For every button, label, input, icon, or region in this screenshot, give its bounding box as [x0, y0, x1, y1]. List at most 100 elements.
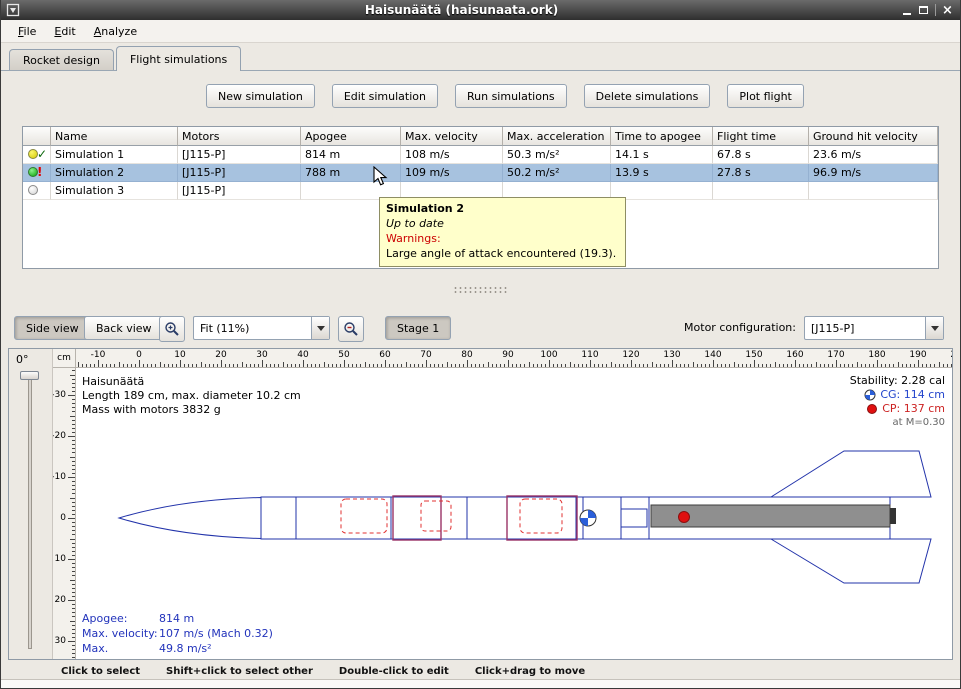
- cell-flight-time[interactable]: 67.8 s: [713, 146, 809, 164]
- table-header-row: NameMotorsApogeeMax. velocityMax. accele…: [23, 127, 938, 146]
- cell-time-to-apogee[interactable]: 14.1 s: [611, 146, 713, 164]
- max-acceleration-value: 49.8 m/s²: [159, 641, 212, 659]
- menu-bar: FileEditAnalyze: [1, 20, 960, 43]
- column-header-max-acceleration[interactable]: Max. acceleration: [503, 127, 611, 146]
- simulation-status-cell: ✓: [23, 146, 51, 164]
- rocket-view-panel: 0° cm -100102030405060708090100110120130…: [8, 348, 953, 660]
- motor-configuration-value: [J115-P]: [805, 322, 925, 335]
- run-simulations-button[interactable]: Run simulations: [455, 84, 567, 108]
- cg-marker: [580, 510, 596, 526]
- cell-ground-hit-velocity[interactable]: [809, 182, 938, 200]
- zoom-in-button[interactable]: [159, 316, 185, 342]
- menu-file[interactable]: File: [9, 22, 45, 41]
- rotation-slider-handle[interactable]: [20, 371, 39, 380]
- column-header-max-velocity[interactable]: Max. velocity: [401, 127, 503, 146]
- new-simulation-button[interactable]: New simulation: [206, 84, 315, 108]
- rocket-canvas[interactable]: Haisunäätä Length 189 cm, max. diameter …: [76, 368, 952, 659]
- back-view-button[interactable]: Back view: [84, 316, 164, 340]
- table-row-simulation-2[interactable]: !Simulation 2[J115-P]788 m109 m/s50.2 m/…: [23, 164, 938, 182]
- cell-max-acceleration[interactable]: 50.3 m/s²: [503, 146, 611, 164]
- cell-name[interactable]: Simulation 1: [51, 146, 178, 164]
- tooltip-status: Up to date: [386, 216, 619, 231]
- status-hint-bar: Click to selectShift+click to select oth…: [1, 662, 960, 680]
- close-button[interactable]: ×: [939, 3, 956, 18]
- fin-top[interactable]: [771, 451, 931, 497]
- mouse-cursor: [373, 166, 389, 188]
- delete-simulations-button[interactable]: Delete simulations: [584, 84, 711, 108]
- zoom-select-value: Fit (11%): [194, 322, 311, 335]
- warning-icon: !: [37, 165, 42, 180]
- parachute-1[interactable]: [341, 499, 387, 533]
- window-bottom-edge: [1, 679, 960, 688]
- motor-configuration-arrow-button[interactable]: [925, 317, 943, 339]
- tooltip-warning-text: Large angle of attack encountered (19.3)…: [386, 246, 619, 261]
- table-row-simulation-1[interactable]: ✓Simulation 1[J115-P]814 m108 m/s50.3 m/…: [23, 146, 938, 164]
- column-header-motors[interactable]: Motors: [178, 127, 301, 146]
- stage-1-toggle[interactable]: Stage 1: [385, 316, 451, 340]
- cell-max-velocity[interactable]: 109 m/s: [401, 164, 503, 182]
- rotation-control: 0°: [9, 349, 53, 659]
- splitter-grip[interactable]: [453, 286, 509, 294]
- cell-flight-time[interactable]: 27.8 s: [713, 164, 809, 182]
- cell-motors[interactable]: [J115-P]: [178, 182, 301, 200]
- column-header-status[interactable]: [23, 127, 51, 146]
- cell-ground-hit-velocity[interactable]: 96.9 m/s: [809, 164, 938, 182]
- window-icon[interactable]: [6, 3, 20, 17]
- maximize-button[interactable]: [915, 3, 932, 18]
- rocket-dimensions: Length 189 cm, max. diameter 10.2 cm: [82, 389, 301, 403]
- column-header-time-to-apogee[interactable]: Time to apogee: [611, 127, 713, 146]
- hint-shift-click-to-select-other: Shift+click to select other: [166, 666, 313, 677]
- cell-motors[interactable]: [J115-P]: [178, 146, 301, 164]
- menu-edit[interactable]: Edit: [45, 22, 84, 41]
- back-view-label: Back view: [96, 322, 152, 335]
- zoom-in-icon: [164, 321, 180, 337]
- side-view-button[interactable]: Side view: [14, 316, 91, 340]
- hint-double-click-to-edit: Double-click to edit: [339, 666, 449, 677]
- cell-time-to-apogee[interactable]: [611, 182, 713, 200]
- zoom-select-arrow-button[interactable]: [311, 317, 329, 339]
- inner-tube-1[interactable]: [393, 496, 441, 540]
- title-bar: Haisunäätä (haisunaata.ork) ×: [1, 0, 960, 20]
- cell-motors[interactable]: [J115-P]: [178, 164, 301, 182]
- max-acceleration-label: Max. acceleration:: [82, 641, 159, 659]
- fin-bottom[interactable]: [771, 539, 931, 583]
- column-header-ground-hit-velocity[interactable]: Ground hit velocity: [809, 127, 938, 146]
- column-header-name[interactable]: Name: [51, 127, 178, 146]
- cell-time-to-apogee[interactable]: 13.9 s: [611, 164, 713, 182]
- status-gray-icon: [28, 185, 38, 195]
- cell-flight-time[interactable]: [713, 182, 809, 200]
- motor-configuration-select[interactable]: [J115-P]: [804, 316, 944, 340]
- menu-analyze[interactable]: Analyze: [85, 22, 146, 41]
- cell-apogee[interactable]: 814 m: [301, 146, 401, 164]
- tab-strip: Rocket design Flight simulations: [1, 46, 960, 71]
- zoom-out-button[interactable]: [338, 316, 364, 342]
- cell-max-acceleration[interactable]: 50.2 m/s²: [503, 164, 611, 182]
- rotation-slider-track: [28, 375, 32, 649]
- apogee-label: Apogee:: [82, 611, 159, 626]
- tab-rocket-design[interactable]: Rocket design: [9, 49, 114, 70]
- parachute-2[interactable]: [421, 501, 451, 531]
- rocket-mass: Mass with motors 3832 g: [82, 403, 301, 417]
- edit-simulation-button[interactable]: Edit simulation: [332, 84, 438, 108]
- parachute-3[interactable]: [520, 499, 562, 533]
- tab-flight-simulations[interactable]: Flight simulations: [116, 46, 241, 71]
- cell-ground-hit-velocity[interactable]: 23.6 m/s: [809, 146, 938, 164]
- cell-name[interactable]: Simulation 3: [51, 182, 178, 200]
- cell-name[interactable]: Simulation 2: [51, 164, 178, 182]
- minimize-button[interactable]: [898, 3, 915, 18]
- cell-max-velocity[interactable]: 108 m/s: [401, 146, 503, 164]
- view-toolbar: Side view Back view Fit (11%) Stage 1 Mo…: [9, 315, 952, 343]
- cp-marker: [679, 512, 690, 523]
- stability-info: Stability: 2.28 cal CG: 114 cm CP: 137 c…: [850, 374, 945, 430]
- flight-data-summary: Apogee: 814 m Max. velocity: 107 m/s (Ma…: [82, 611, 273, 659]
- plot-flight-button[interactable]: Plot flight: [727, 84, 803, 108]
- minimize-icon: [903, 13, 911, 15]
- nose-cone[interactable]: [119, 498, 261, 539]
- engine-block[interactable]: [621, 509, 647, 527]
- column-header-apogee[interactable]: Apogee: [301, 127, 401, 146]
- zoom-select[interactable]: Fit (11%): [193, 316, 330, 340]
- simulation-buttons: New simulation Edit simulation Run simulat…: [206, 84, 804, 108]
- window-title: Haisunäätä (haisunaata.ork): [25, 3, 898, 17]
- column-header-flight-time[interactable]: Flight time: [713, 127, 809, 146]
- max-velocity-value: 107 m/s (Mach 0.32): [159, 626, 273, 641]
